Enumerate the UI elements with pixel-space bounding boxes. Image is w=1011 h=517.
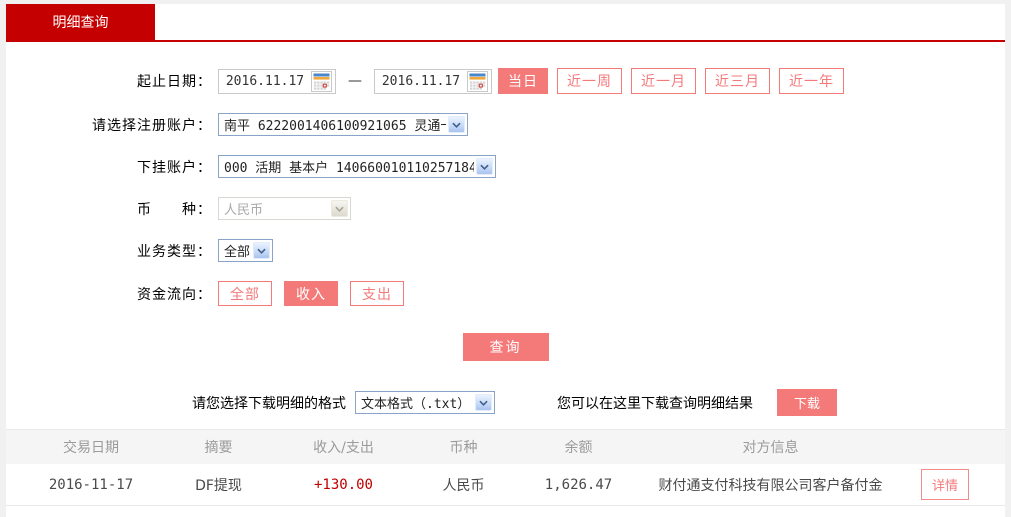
download-format-label: 请您选择下载明细的格式 (192, 395, 346, 412)
main-panel: 明细查询 起止日期： 2016.11.17 — 2016.11.17 当日 近一… (6, 0, 1005, 517)
sub-account-value: 000 活期 基本户 1406600101102571848 (224, 161, 474, 176)
start-date-input[interactable] (219, 73, 311, 89)
business-type-label: 业务类型： (137, 243, 212, 260)
quick-range-today-button[interactable]: 当日 (498, 68, 548, 94)
calendar-icon[interactable] (467, 70, 488, 92)
quick-range-month-button[interactable]: 近一月 (631, 68, 696, 94)
sub-account-row: 下挂账户： 000 活期 基本户 1406600101102571848 (6, 155, 1005, 178)
fund-flow-row: 资金流向： 全部 收入 支出 (6, 281, 1005, 306)
header-summary: 摘要 (204, 440, 233, 456)
header-balance: 余额 (564, 440, 593, 456)
header-trade-date: 交易日期 (63, 440, 119, 456)
download-format-value: 文本格式（.txt） (361, 397, 471, 412)
business-type-select[interactable]: 全部 (218, 239, 273, 262)
header-currency: 币种 (449, 440, 478, 456)
currency-row: 币 种： 人民币 (6, 197, 1005, 220)
date-range-row: 起止日期： 2016.11.17 — 2016.11.17 当日 近一周 近一月… (6, 68, 1005, 94)
date-range-label: 起止日期： (137, 74, 212, 90)
fund-flow-expense-button[interactable]: 支出 (350, 281, 404, 306)
tab-detail-query[interactable]: 明细查询 (6, 4, 155, 42)
register-account-value: 南平 6222001406100921065 灵通卡 (224, 119, 446, 134)
fund-flow-income-button[interactable]: 收入 (284, 281, 338, 306)
download-button[interactable]: 下载 (777, 389, 837, 416)
cell-summary: DF提现 (195, 477, 242, 494)
fund-flow-label: 资金流向： (137, 286, 212, 303)
header-counterparty: 对方信息 (742, 440, 799, 456)
cell-counterparty: 财付通支付科技有限公司客户备付金 (658, 477, 883, 494)
chevron-down-icon (448, 116, 465, 133)
quick-range-week-button[interactable]: 近一周 (557, 68, 622, 94)
currency-select: 人民币 (218, 197, 351, 220)
detail-button[interactable]: 详情 (920, 469, 969, 500)
header-income-expense: 收入/支出 (313, 440, 374, 456)
business-type-row: 业务类型： 全部 (6, 239, 1005, 262)
quick-range-quarter-button[interactable]: 近三月 (705, 68, 770, 94)
quick-range-year-button[interactable]: 近一年 (779, 68, 844, 94)
register-account-select[interactable]: 南平 6222001406100921065 灵通卡 (218, 113, 468, 136)
sub-account-label: 下挂账户： (137, 159, 212, 176)
date-range-separator: — (348, 73, 362, 89)
register-account-label: 请选择注册账户： (92, 117, 212, 134)
download-hint: 您可以在这里下载查询明细结果 (557, 395, 753, 412)
tab-bar: 明细查询 (6, 4, 1005, 42)
calendar-icon[interactable] (311, 70, 332, 92)
register-account-row: 请选择注册账户： 南平 6222001406100921065 灵通卡 (6, 113, 1005, 136)
chevron-down-icon (475, 394, 492, 411)
query-button[interactable]: 查询 (462, 333, 549, 361)
chevron-down-icon (331, 200, 348, 217)
sub-account-select[interactable]: 000 活期 基本户 1406600101102571848 (218, 155, 496, 178)
fund-flow-all-button[interactable]: 全部 (218, 281, 272, 306)
download-format-select[interactable]: 文本格式（.txt） (355, 391, 495, 414)
table-row: 2016-11-17 DF提现 +130.00 人民币 1,626.47 财付通… (6, 464, 1005, 506)
cell-currency: 人民币 (442, 477, 485, 494)
chevron-down-icon (476, 158, 493, 175)
download-row: 请您选择下载明细的格式 文本格式（.txt） 您可以在这里下载查询明细结果 下载 (6, 389, 1005, 416)
currency-value: 人民币 (224, 203, 264, 218)
currency-label: 币 种： (137, 201, 212, 218)
cell-balance: 1,626.47 (544, 476, 613, 493)
cell-amount: +130.00 (313, 476, 373, 493)
chevron-down-icon (253, 242, 270, 259)
end-date-input[interactable] (375, 73, 467, 89)
end-date-field[interactable] (374, 68, 492, 94)
results-table: 交易日期 摘要 收入/支出 币种 余额 对方信息 2016-11-17 DF提现… (6, 429, 1005, 506)
table-header-row: 交易日期 摘要 收入/支出 币种 余额 对方信息 (6, 430, 1005, 464)
query-form: 起止日期： 2016.11.17 — 2016.11.17 当日 近一周 近一月… (6, 42, 1005, 361)
business-type-value: 全部 (224, 245, 251, 260)
cell-trade-date: 2016-11-17 (48, 476, 134, 493)
start-date-field[interactable] (218, 68, 336, 94)
